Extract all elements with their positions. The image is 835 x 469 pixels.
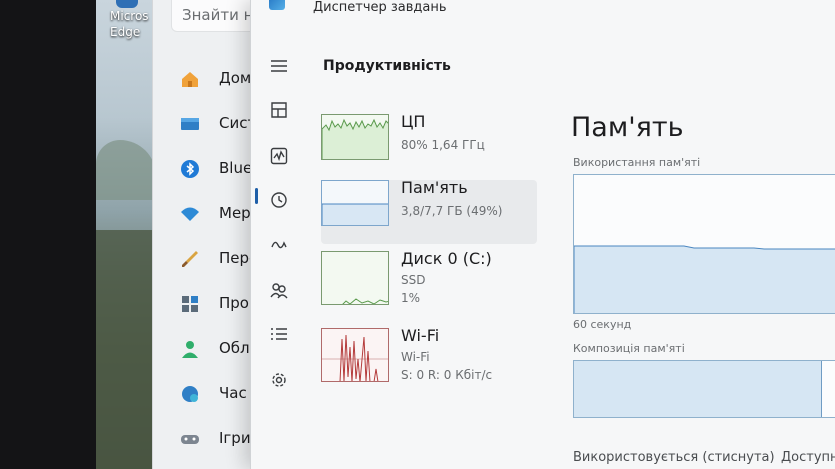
monitor-bezel <box>0 0 96 469</box>
settings-nav-label: Про <box>219 294 249 312</box>
details-icon <box>271 328 287 340</box>
perf-card-detail: 3,8/7,7 ГБ (49%) <box>401 204 503 218</box>
perf-card-adapter: Wi-Fi <box>401 350 430 364</box>
rail-menu-button[interactable] <box>265 52 293 80</box>
perf-card-wifi[interactable]: Wi-Fi Wi-Fi S: 0 R: 0 Кбіт/с <box>321 326 537 392</box>
users-icon <box>270 283 288 299</box>
desktop-shortcut-edge[interactable]: Micros Edge <box>100 0 154 50</box>
task-manager-window: Диспетчер завдань Продуктивність ЦП 80% … <box>250 0 835 469</box>
gaming-icon <box>179 428 201 450</box>
bluetooth-icon <box>179 158 201 180</box>
rail-startup-button[interactable] <box>265 230 293 258</box>
desktop-wallpaper <box>96 0 156 469</box>
apps-icon <box>179 293 201 315</box>
memory-composition-bar <box>573 360 835 418</box>
rail-processes-button[interactable] <box>265 96 293 124</box>
rail-app-history-button[interactable] <box>265 186 293 214</box>
rail-details-button[interactable] <box>265 320 293 348</box>
app-history-icon <box>271 192 287 208</box>
network-icon <box>179 203 201 225</box>
available-label: Доступн <box>781 450 835 465</box>
memory-composition-in-use <box>574 361 822 417</box>
screen: Micros Edge Знайти на Дом Сист Blue Мер … <box>0 0 835 469</box>
perf-card-name: ЦП <box>401 112 426 131</box>
in-use-label: Використовується (стиснута) <box>573 450 775 465</box>
perf-card-memory[interactable]: Пам'ять 3,8/7,7 ГБ (49%) <box>321 178 537 244</box>
section-title: Продуктивність <box>323 58 451 74</box>
perf-card-cpu[interactable]: ЦП 80% 1,64 ГГц <box>321 112 537 178</box>
settings-nav-label: Дом <box>219 69 252 87</box>
perf-card-detail: 80% 1,64 ГГц <box>401 138 485 152</box>
perf-card-type: SSD <box>401 273 426 287</box>
perf-card-detail: S: 0 R: 0 Кбіт/с <box>401 368 493 382</box>
cpu-mini-graph <box>321 114 389 160</box>
edge-icon <box>116 0 138 8</box>
processes-icon <box>271 102 287 118</box>
memory-usage-area <box>574 245 835 313</box>
home-icon <box>179 68 201 90</box>
rail-users-button[interactable] <box>265 276 293 304</box>
task-manager-nav-rail <box>251 40 307 469</box>
task-manager-titlebar[interactable]: Диспетчер завдань <box>251 0 835 24</box>
settings-nav-label: Облі <box>219 339 254 357</box>
memory-usage-plot <box>574 245 835 313</box>
settings-nav-label: Ігри <box>219 429 251 447</box>
performance-icon <box>270 147 288 165</box>
time-window-caption: 60 секунд <box>573 318 632 331</box>
perf-card-disk[interactable]: Диск 0 (C:) SSD 1% <box>321 249 537 315</box>
services-icon <box>272 373 286 387</box>
personalization-icon <box>179 248 201 270</box>
accounts-icon <box>179 338 201 360</box>
perf-card-detail: 1% <box>401 291 421 305</box>
rail-selection-indicator <box>255 188 258 204</box>
startup-icon <box>271 241 287 249</box>
disk-mini-graph <box>321 251 389 305</box>
perf-card-name: Wi-Fi <box>401 326 440 345</box>
system-icon <box>179 113 201 135</box>
time-icon <box>179 383 201 405</box>
settings-nav-label: Blue <box>219 159 253 177</box>
memory-mini-graph <box>321 180 389 226</box>
rail-services-button[interactable] <box>265 366 293 394</box>
settings-nav-label: Мер <box>219 204 251 222</box>
detail-title: Пам'ять <box>571 112 684 143</box>
settings-nav-label: Час <box>219 384 247 402</box>
memory-usage-graph <box>573 174 835 314</box>
menu-icon <box>271 60 287 72</box>
memory-usage-caption: Використання пам'яті <box>573 156 701 169</box>
memory-composition-caption: Композиція пам'яті <box>573 342 685 355</box>
window-title: Диспетчер завдань <box>313 0 447 15</box>
wifi-mini-graph <box>321 328 389 382</box>
task-manager-app-icon <box>269 0 285 10</box>
perf-card-name: Пам'ять <box>401 178 468 197</box>
wallpaper-foreground <box>96 230 156 469</box>
perf-card-name: Диск 0 (C:) <box>401 249 492 268</box>
rail-performance-button[interactable] <box>265 142 293 170</box>
wallpaper-hill <box>96 140 156 200</box>
